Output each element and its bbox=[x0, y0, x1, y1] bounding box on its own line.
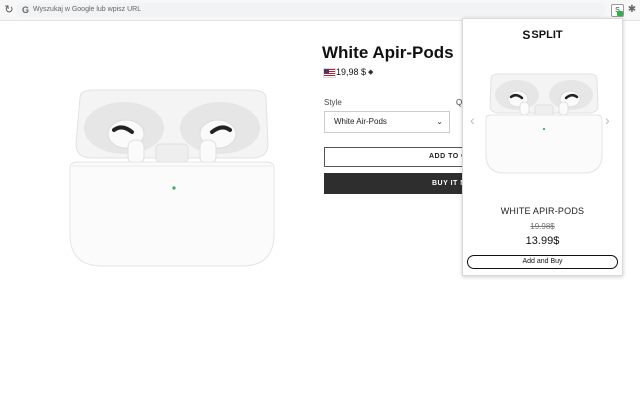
style-label: Style bbox=[324, 98, 342, 107]
us-flag-icon[interactable] bbox=[323, 68, 336, 78]
popup-old-price: 19.98$ bbox=[530, 222, 555, 231]
popup-new-price: 13.99$ bbox=[525, 235, 560, 247]
carousel-next-icon[interactable]: › bbox=[605, 113, 610, 127]
carousel-prev-icon[interactable]: ‹ bbox=[470, 113, 475, 127]
currency-toggle-icon[interactable]: ◆ bbox=[368, 68, 373, 76]
product-title: White Apir-Pods bbox=[322, 43, 454, 62]
style-select-value: White Air-Pods bbox=[334, 117, 387, 126]
add-to-cart-button[interactable]: ADD TO C bbox=[324, 147, 464, 167]
split-logo-mark: S bbox=[522, 27, 531, 42]
extension-badge bbox=[617, 11, 623, 16]
extensions-puzzle-icon[interactable]: ✱ bbox=[626, 4, 638, 16]
buy-now-button[interactable]: BUY IT N bbox=[324, 173, 464, 194]
popup-product-name: WHITE APIR-PODS bbox=[500, 206, 585, 216]
product-image-airpods bbox=[69, 89, 275, 267]
split-extension-popup: SSPLIT ‹ › WHITE APIR-PODS 19.98$ 13.99$… bbox=[462, 18, 623, 276]
style-select[interactable]: White Air-Pods ⌄ bbox=[324, 111, 450, 133]
reload-icon[interactable]: ↻ bbox=[2, 3, 16, 17]
popup-product-image bbox=[485, 73, 603, 174]
address-bar-placeholder: Wyszukaj w Google lub wpisz URL bbox=[33, 6, 142, 13]
chevron-down-icon: ⌄ bbox=[436, 117, 443, 126]
address-bar[interactable]: G Wyszukaj w Google lub wpisz URL bbox=[16, 3, 606, 17]
add-and-buy-button[interactable]: Add and Buy bbox=[467, 255, 618, 269]
product-price: 19,98 $ bbox=[336, 67, 367, 77]
split-brand-name: SPLIT bbox=[531, 28, 563, 41]
split-logo: SSPLIT bbox=[463, 26, 622, 42]
google-icon: G bbox=[22, 5, 30, 15]
